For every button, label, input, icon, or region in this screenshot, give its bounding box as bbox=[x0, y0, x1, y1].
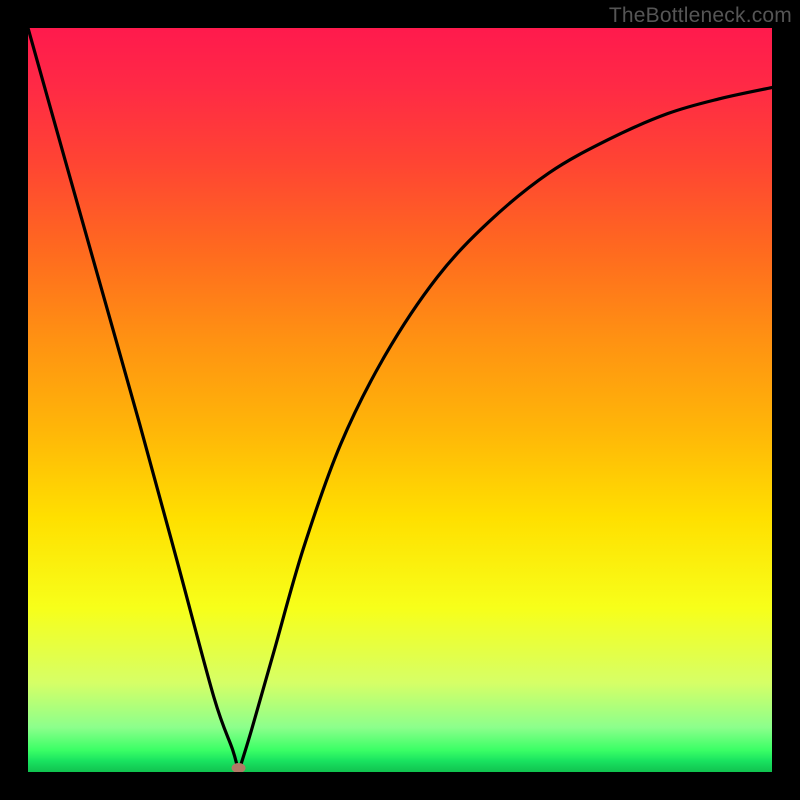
chart-plot-area bbox=[28, 28, 772, 772]
watermark-text: TheBottleneck.com bbox=[609, 4, 792, 28]
chart-background-gradient bbox=[28, 28, 772, 772]
